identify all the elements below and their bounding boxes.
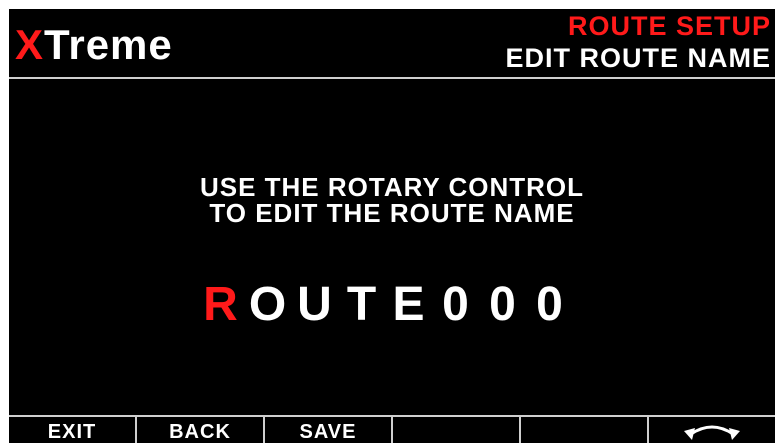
rotary-softkey[interactable] bbox=[647, 417, 775, 443]
name-char-8[interactable]: 0 bbox=[526, 275, 573, 335]
instructions: USE THE ROTARY CONTROL TO EDIT THE ROUTE… bbox=[9, 174, 775, 226]
instruction-line-2: TO EDIT THE ROUTE NAME bbox=[209, 198, 575, 228]
device-screen: XTreme ROUTE SETUP EDIT ROUTE NAME USE T… bbox=[9, 9, 775, 443]
page-category: ROUTE SETUP bbox=[567, 11, 771, 41]
xtreme-logo: XTreme bbox=[15, 19, 173, 71]
name-char-5[interactable]: E bbox=[385, 275, 432, 335]
header-divider bbox=[9, 77, 775, 79]
name-char-7[interactable]: 0 bbox=[479, 275, 526, 335]
name-char-2[interactable]: O bbox=[244, 275, 291, 335]
softkey-4[interactable] bbox=[391, 417, 519, 443]
logo-text: Treme bbox=[44, 21, 173, 68]
save-button[interactable]: SAVE bbox=[263, 417, 391, 443]
exit-button[interactable]: EXIT bbox=[9, 417, 135, 443]
page-title: EDIT ROUTE NAME bbox=[505, 43, 771, 73]
route-name-editor[interactable]: R O U T E 0 0 0 bbox=[197, 275, 573, 335]
name-char-3[interactable]: U bbox=[291, 275, 338, 335]
header: XTreme ROUTE SETUP EDIT ROUTE NAME bbox=[9, 9, 775, 77]
back-button[interactable]: BACK bbox=[135, 417, 263, 443]
name-char-6[interactable]: 0 bbox=[432, 275, 479, 335]
name-char-4[interactable]: T bbox=[338, 275, 385, 335]
logo-x: X bbox=[15, 21, 45, 68]
name-char-1[interactable]: R bbox=[197, 275, 244, 335]
softkey-5[interactable] bbox=[519, 417, 647, 443]
instruction-line-1: USE THE ROTARY CONTROL bbox=[199, 172, 585, 202]
softkey-bar: EXIT BACK SAVE bbox=[9, 415, 775, 443]
rotary-arrows-icon bbox=[684, 425, 740, 440]
